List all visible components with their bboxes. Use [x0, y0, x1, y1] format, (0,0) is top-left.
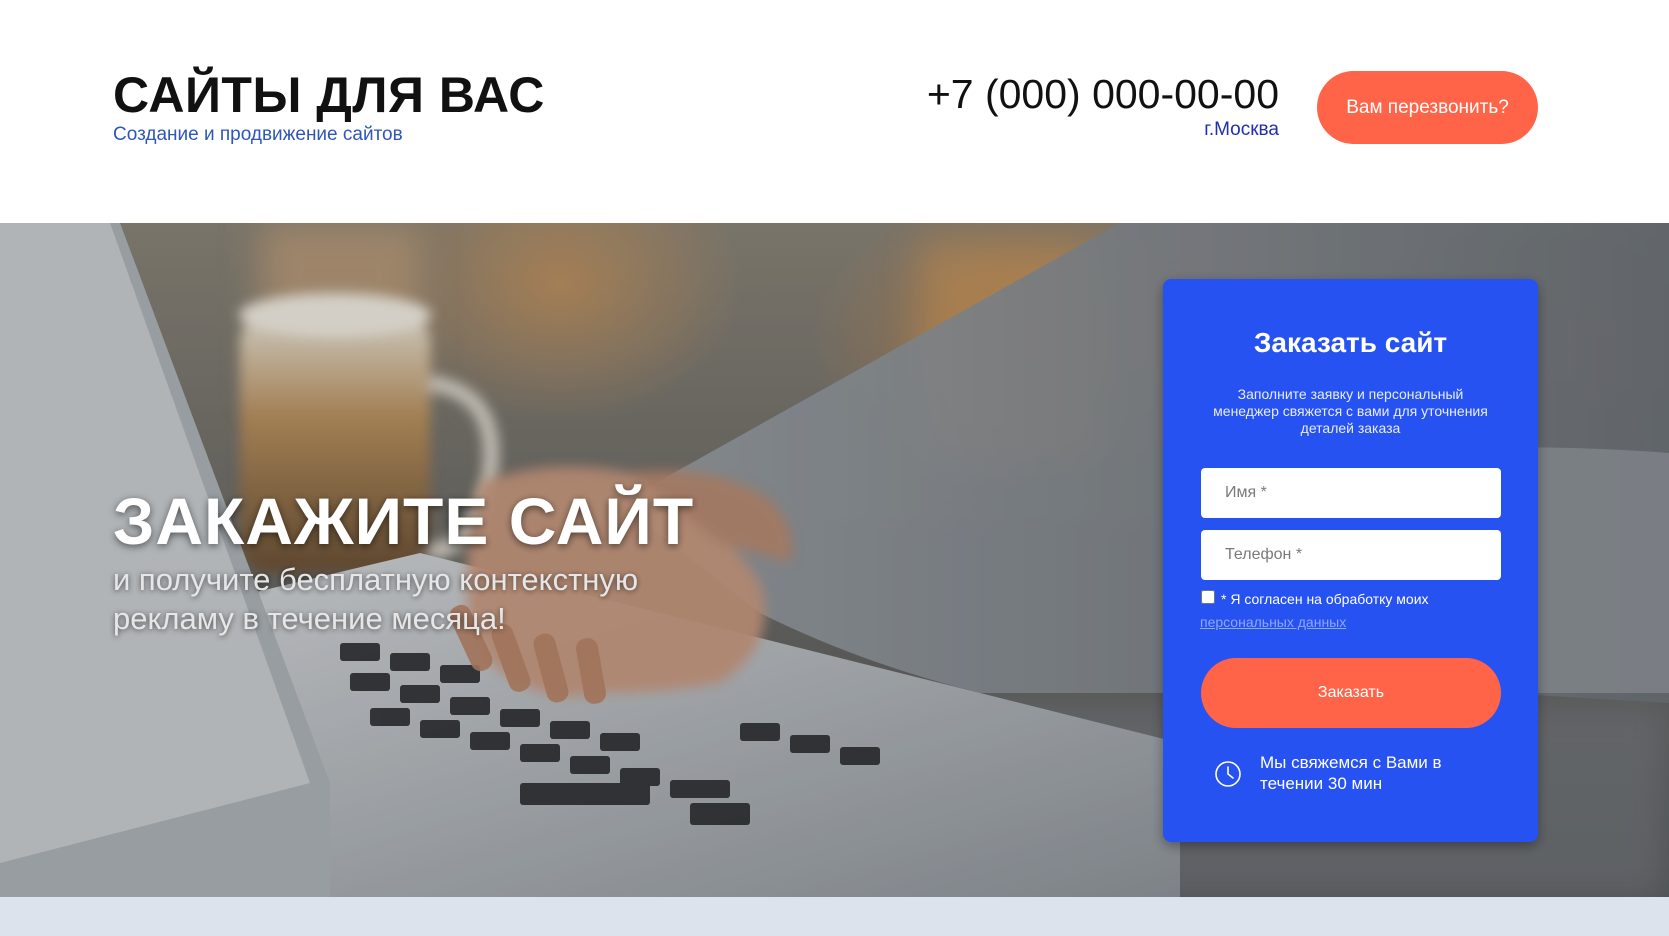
callback-note: Мы свяжемся с Вами в течении 30 мин: [1260, 753, 1442, 793]
hero-title: ЗАКАЖИТЕ САЙТ: [113, 484, 695, 558]
consent-checkbox[interactable]: [1201, 590, 1215, 604]
personal-data-link[interactable]: персональных данных: [1200, 614, 1346, 630]
site-header: САЙТЫ ДЛЯ ВАС Создание и продвижение сай…: [0, 0, 1669, 223]
callback-button[interactable]: Вам перезвонить?: [1317, 71, 1538, 144]
phone-input[interactable]: [1201, 530, 1501, 580]
order-form-title: Заказать сайт: [1253, 327, 1448, 358]
hero-subtitle: и получите бесплатную контекстную реклам…: [113, 562, 639, 636]
brand-subtitle: Создание и продвижение сайтов: [113, 124, 403, 145]
clock-icon: [1215, 761, 1241, 787]
phone-number[interactable]: +7 (000) 000-00-00: [927, 71, 1279, 118]
next-section-strip: [0, 897, 1669, 936]
order-submit-button[interactable]: Заказать: [1201, 658, 1501, 728]
order-form-description: Заполните заявку и персональный менеджер…: [1213, 386, 1488, 436]
name-input[interactable]: [1201, 468, 1501, 518]
consent-label: * Я согласен на обработку моих: [1221, 591, 1429, 607]
order-form-card: Заказать сайт Заполните заявку и персона…: [1163, 279, 1538, 842]
city-label: г.Москва: [1204, 119, 1279, 140]
brand-title[interactable]: САЙТЫ ДЛЯ ВАС: [113, 66, 545, 124]
